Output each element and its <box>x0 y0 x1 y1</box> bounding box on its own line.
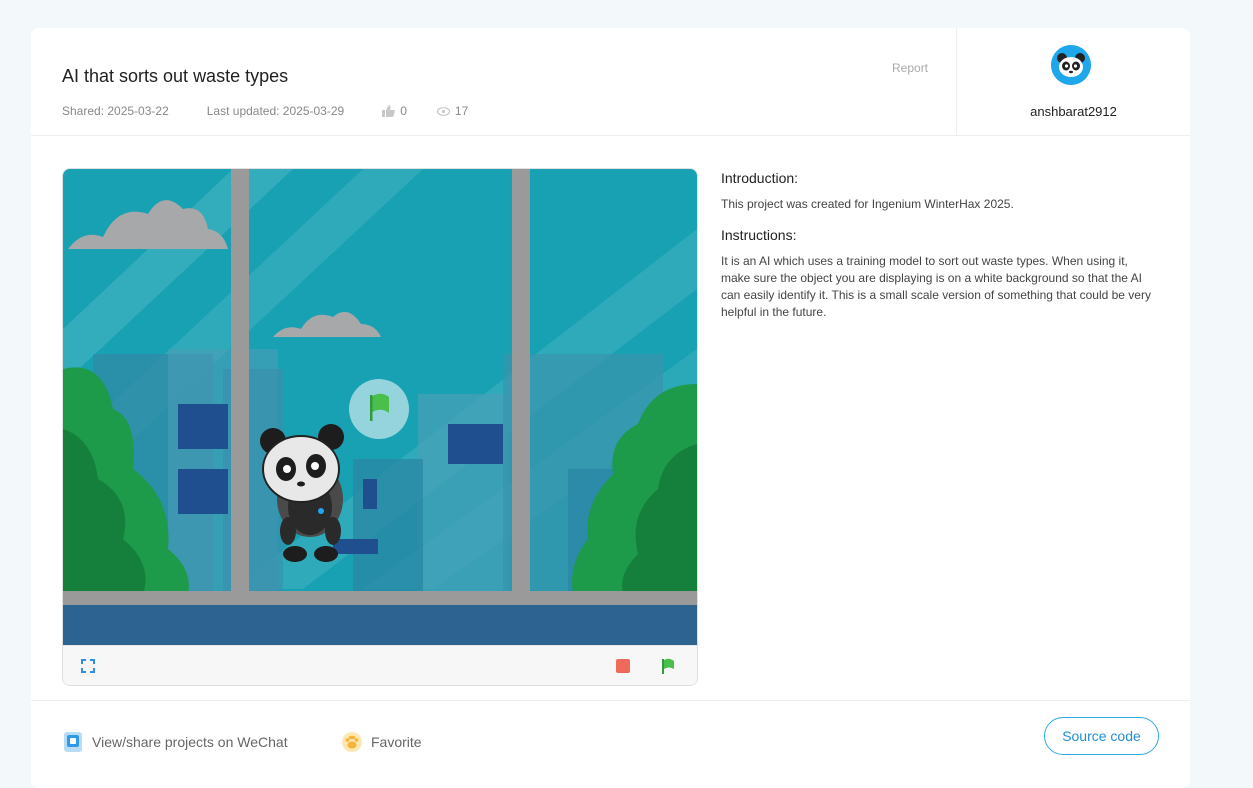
source-code-button[interactable]: Source code <box>1044 717 1159 755</box>
project-header: AI that sorts out waste types Shared: 20… <box>31 28 1190 136</box>
avatar[interactable] <box>1051 45 1091 85</box>
stage-canvas[interactable] <box>63 169 697 645</box>
view-count-wrap: 17 <box>436 104 469 118</box>
stop-button[interactable] <box>616 659 630 673</box>
updated-date: Last updated: 2025-03-29 <box>206 104 345 118</box>
like-count: 0 <box>400 104 407 118</box>
shared-date: Shared: 2025-03-22 <box>62 104 169 118</box>
eye-icon <box>436 106 450 116</box>
green-flag-icon[interactable] <box>659 657 677 675</box>
instructions-text: It is an AI which uses a training model … <box>721 254 1151 319</box>
favorite-label: Favorite <box>371 734 422 750</box>
intro-text: This project was created for Ingenium Wi… <box>721 197 1014 211</box>
project-description: Introduction: This project was created f… <box>721 170 1151 321</box>
thumbs-up-icon <box>382 105 395 117</box>
project-meta: Shared: 2025-03-22 Last updated: 2025-03… <box>62 104 498 118</box>
instructions-heading: Instructions: <box>721 227 797 243</box>
author-box: anshbarat2912 <box>956 28 1190 136</box>
intro-heading: Introduction: <box>721 170 799 186</box>
project-card: AI that sorts out waste types Shared: 20… <box>31 28 1190 788</box>
page-title: AI that sorts out waste types <box>62 66 289 86</box>
project-footer: View/share projects on WeChat Favorite S… <box>31 700 1190 788</box>
author-username[interactable]: anshbarat2912 <box>957 104 1190 119</box>
view-count: 17 <box>454 104 469 118</box>
fullscreen-icon[interactable] <box>80 658 96 674</box>
wechat-share-link[interactable]: View/share projects on WeChat <box>62 731 288 753</box>
report-link[interactable]: Report <box>892 61 928 75</box>
panda-avatar-icon <box>1051 45 1091 85</box>
favorite-button[interactable]: Favorite <box>341 731 422 753</box>
project-player <box>62 168 698 686</box>
wechat-miniprogram-icon <box>64 732 82 752</box>
play-overlay-button <box>349 379 409 439</box>
player-controls <box>63 645 697 685</box>
wechat-label: View/share projects on WeChat <box>92 734 288 750</box>
paw-icon <box>342 732 362 752</box>
like-button[interactable]: 0 <box>382 104 407 118</box>
